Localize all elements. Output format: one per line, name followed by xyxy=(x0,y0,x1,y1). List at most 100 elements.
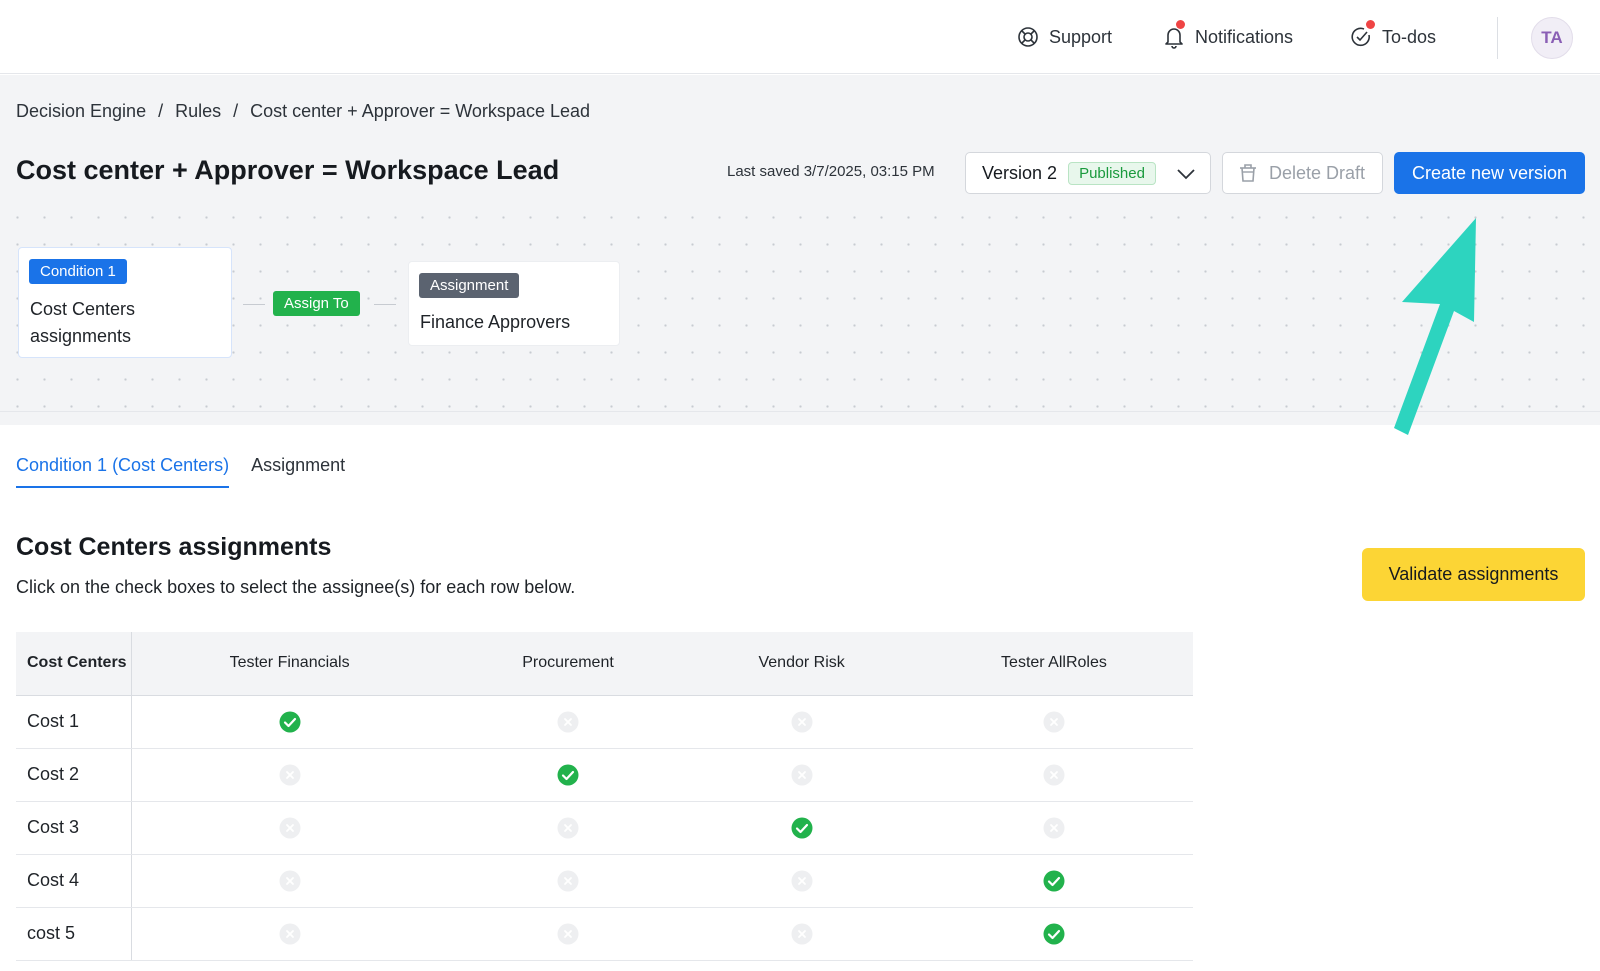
assignment-cell[interactable] xyxy=(914,801,1193,855)
x-circle-icon[interactable] xyxy=(279,817,301,839)
notifications-label: Notifications xyxy=(1195,26,1294,47)
section-subtitle: Click on the check boxes to select the a… xyxy=(16,577,576,597)
x-circle-icon[interactable] xyxy=(1043,711,1065,733)
delete-draft-button[interactable]: Delete Draft xyxy=(1222,152,1383,194)
todo-dot xyxy=(1366,20,1375,29)
assignment-cell[interactable] xyxy=(131,907,448,961)
tab-assignment[interactable]: Assignment xyxy=(251,455,345,488)
todos-label: To-dos xyxy=(1382,26,1437,47)
table-row: cost 5 xyxy=(16,907,1193,961)
condition-node[interactable]: Condition 1 Cost Centers assignments xyxy=(18,247,232,358)
breadcrumb-separator: / xyxy=(233,101,239,121)
x-circle-icon[interactable] xyxy=(279,870,301,892)
check-circle-icon xyxy=(1351,27,1370,47)
column-header-tester-allroles: Tester AllRoles xyxy=(914,632,1193,696)
assignment-cell[interactable] xyxy=(131,695,448,749)
check-circle-filled-icon[interactable] xyxy=(1043,870,1065,892)
x-circle-icon[interactable] xyxy=(557,923,579,945)
avatar[interactable]: TA xyxy=(1531,17,1573,59)
section-title: Cost Centers assignments xyxy=(16,533,332,561)
assignment-cell[interactable] xyxy=(914,748,1193,802)
lifebuoy-icon xyxy=(1018,27,1038,47)
assignment-tag: Assignment xyxy=(419,273,520,298)
create-new-version-button[interactable]: Create new version xyxy=(1394,152,1585,194)
annotation-arrow-icon xyxy=(1394,218,1476,435)
notification-dot xyxy=(1176,20,1185,29)
column-header-procurement: Procurement xyxy=(447,632,689,696)
column-header-cost-centers: Cost Centers xyxy=(16,632,132,696)
tab-condition-1[interactable]: Condition 1 (Cost Centers) xyxy=(16,455,230,488)
assignment-cell[interactable] xyxy=(131,854,448,908)
assign-to-chip: Assign To xyxy=(273,291,360,316)
tab-bar: Condition 1 (Cost Centers) Assignment xyxy=(16,455,345,488)
x-circle-icon[interactable] xyxy=(791,711,813,733)
topbar-divider xyxy=(1497,17,1498,59)
assignment-cell[interactable] xyxy=(447,695,689,749)
x-circle-icon[interactable] xyxy=(279,764,301,786)
x-circle-icon[interactable] xyxy=(1043,817,1065,839)
breadcrumb-current: Cost center + Approver = Workspace Lead xyxy=(250,101,590,121)
assignment-cell[interactable] xyxy=(131,748,448,802)
version-select[interactable]: Version 2 Published xyxy=(965,152,1211,194)
assignment-cell[interactable] xyxy=(688,748,915,802)
x-circle-icon[interactable] xyxy=(557,870,579,892)
check-circle-filled-icon[interactable] xyxy=(791,817,813,839)
check-circle-filled-icon[interactable] xyxy=(557,764,579,786)
x-circle-icon[interactable] xyxy=(791,764,813,786)
top-bar: Support Notifications To-dos TA xyxy=(0,0,1600,74)
delete-draft-label: Delete Draft xyxy=(1269,162,1366,183)
assignment-cell[interactable] xyxy=(914,695,1193,749)
assignment-cell[interactable] xyxy=(447,907,689,961)
connector-line xyxy=(374,304,396,305)
column-header-vendor-risk: Vendor Risk xyxy=(688,632,915,696)
assignment-node-text: Finance Approvers xyxy=(420,312,571,332)
table-row: Cost 1 xyxy=(16,695,1193,749)
assignment-cell[interactable] xyxy=(688,801,915,855)
table-row: Cost 3 xyxy=(16,801,1193,855)
x-circle-icon[interactable] xyxy=(791,923,813,945)
x-circle-icon[interactable] xyxy=(791,870,813,892)
cost-center-name: cost 5 xyxy=(16,907,132,961)
last-saved-text: Last saved 3/7/2025, 03:15 PM xyxy=(727,163,935,180)
x-circle-icon[interactable] xyxy=(279,923,301,945)
page-title: Cost center + Approver = Workspace Lead xyxy=(16,155,560,185)
canvas-bottom-edge xyxy=(0,411,1600,425)
x-circle-icon[interactable] xyxy=(557,711,579,733)
assignment-cell[interactable] xyxy=(447,801,689,855)
cost-center-name: Cost 4 xyxy=(16,854,132,908)
assignment-cell[interactable] xyxy=(688,695,915,749)
condition-node-text: Cost Centers assignments xyxy=(30,299,136,346)
assignment-cell[interactable] xyxy=(447,748,689,802)
assignments-table: Cost Centers Tester Financials Procureme… xyxy=(16,632,1193,961)
breadcrumb-separator: / xyxy=(158,101,164,121)
table-body: Cost 1 Cost 2 Cost 3 Cost 4 cost 5 xyxy=(16,695,1193,961)
assignment-cell[interactable] xyxy=(688,854,915,908)
notifications-link[interactable]: Notifications xyxy=(1163,20,1294,50)
rule-canvas xyxy=(0,75,1600,425)
check-circle-filled-icon[interactable] xyxy=(279,711,301,733)
trash-icon xyxy=(1240,164,1256,182)
assignment-cell[interactable] xyxy=(447,854,689,908)
support-link[interactable]: Support xyxy=(1017,24,1112,50)
assignment-cell[interactable] xyxy=(914,854,1193,908)
chevron-down-icon xyxy=(1177,169,1195,180)
breadcrumb-decision-engine[interactable]: Decision Engine xyxy=(16,101,146,122)
cost-center-name: Cost 1 xyxy=(16,695,132,749)
x-circle-icon[interactable] xyxy=(1043,764,1065,786)
table-row: Cost 2 xyxy=(16,748,1193,802)
assignment-cell[interactable] xyxy=(914,907,1193,961)
connector-line xyxy=(243,304,265,305)
check-circle-filled-icon[interactable] xyxy=(1043,923,1065,945)
status-badge: Published xyxy=(1068,161,1156,185)
support-label: Support xyxy=(1049,26,1113,47)
assignment-node[interactable]: Assignment Finance Approvers xyxy=(408,261,620,346)
cost-center-name: Cost 2 xyxy=(16,748,132,802)
table-header-row: Cost Centers Tester Financials Procureme… xyxy=(16,632,1193,696)
column-header-tester-financials: Tester Financials xyxy=(131,632,448,696)
assignment-cell[interactable] xyxy=(688,907,915,961)
breadcrumb-rules[interactable]: Rules xyxy=(175,101,221,122)
x-circle-icon[interactable] xyxy=(557,817,579,839)
validate-assignments-button[interactable]: Validate assignments xyxy=(1362,548,1585,601)
assignment-cell[interactable] xyxy=(131,801,448,855)
todos-link[interactable]: To-dos xyxy=(1350,20,1437,50)
